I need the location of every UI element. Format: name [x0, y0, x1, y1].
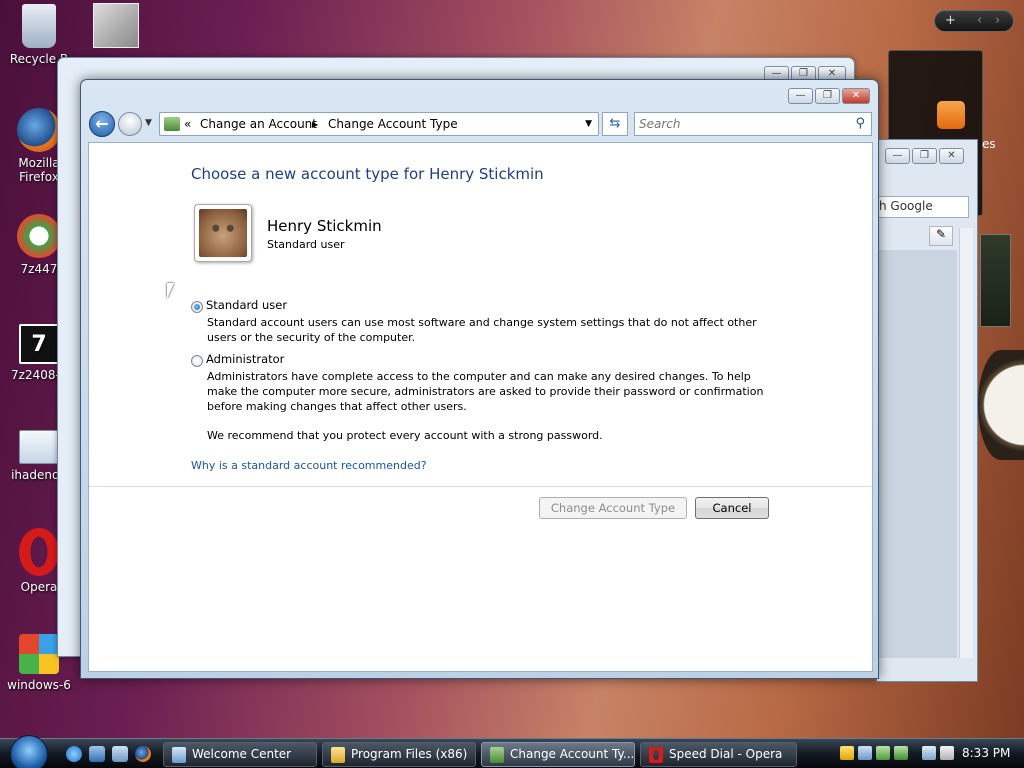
forward-button[interactable]	[118, 112, 142, 136]
control-panel-icon	[164, 117, 180, 131]
folder-icon	[331, 747, 345, 763]
option-description-standard-user: Standard account users can use most soft…	[207, 316, 757, 344]
navigation-bar: ← ▼ « Change an Account ▶ Change Account…	[89, 110, 872, 138]
breadcrumb-item-change-account-type[interactable]: Change Account Type	[328, 117, 458, 131]
maximize-button[interactable]: ❐	[815, 88, 840, 104]
update-icon[interactable]	[858, 746, 872, 760]
tray-app-icon[interactable]	[876, 746, 890, 760]
search-box: ⚲	[634, 112, 872, 136]
cat-picture-icon	[199, 209, 247, 257]
ie-icon[interactable]	[66, 746, 82, 762]
desktop-icon-label: Mozilla Firefox	[18, 156, 60, 184]
taskbar-item-label: Program Files (x86)	[351, 747, 468, 761]
cancel-button[interactable]: Cancel	[695, 497, 769, 519]
tray-app-icon[interactable]	[894, 746, 908, 760]
content-pane: Choose a new account type for Henry Stic…	[88, 142, 873, 672]
close-button[interactable]: ✕	[939, 148, 964, 164]
radio-standard-user[interactable]	[191, 301, 203, 313]
security-alert-icon[interactable]	[840, 746, 854, 760]
taskbar-item-opera[interactable]: Speed Dial - Opera	[640, 742, 797, 767]
sidebar-prev-button[interactable]: ‹	[977, 13, 982, 28]
7zip-icon: 7	[19, 324, 59, 364]
option-label-standard-user[interactable]: Standard user	[206, 298, 287, 312]
taskbar: Welcome Center Program Files (x86) Chang…	[0, 735, 1024, 768]
address-bar[interactable]: « Change an Account ▶ Change Account Typ…	[159, 112, 599, 136]
firefox-icon[interactable]	[135, 746, 151, 762]
opera-content	[877, 250, 957, 658]
divider	[89, 486, 872, 487]
password-recommendation: We recommend that you protect every acco…	[207, 429, 603, 442]
user-name: Henry Stickmin	[267, 217, 382, 235]
back-button[interactable]: ←	[89, 111, 115, 137]
option-label-administrator[interactable]: Administrator	[206, 352, 284, 366]
minimize-button[interactable]: —	[885, 148, 910, 164]
volume-muted-icon[interactable]	[940, 746, 954, 760]
recycle-bin-icon	[22, 4, 56, 48]
maximize-button[interactable]: ❐	[912, 148, 937, 164]
sidebar-slideshow-gadget[interactable]	[980, 234, 1011, 327]
taskbar-item-welcome-center[interactable]: Welcome Center	[163, 742, 317, 767]
opera-icon	[649, 747, 663, 763]
desktop-icon-label: Opera	[20, 580, 58, 594]
taskbar-item-label: Speed Dial - Opera	[669, 747, 783, 761]
mouse-cursor-icon	[167, 283, 174, 299]
window-controls: — ❐ ✕	[885, 148, 964, 164]
option-description-administrator: Administrators have complete access to t…	[207, 370, 764, 413]
document-icon	[19, 430, 59, 464]
minimize-button[interactable]: —	[788, 88, 813, 104]
sidebar-clock-gadget[interactable]	[978, 350, 1024, 460]
breadcrumb-item-change-an-account[interactable]: Change an Account	[200, 117, 317, 131]
sidebar-add-button[interactable]: +	[945, 13, 956, 28]
taskbar-item-label: Welcome Center	[192, 747, 292, 761]
sidebar-next-button[interactable]: ›	[995, 13, 1000, 28]
user-accounts-icon	[490, 747, 504, 763]
firefox-icon	[17, 108, 61, 152]
taskbar-item-program-files[interactable]: Program Files (x86)	[322, 742, 476, 767]
breadcrumb-prefix[interactable]: «	[184, 117, 191, 131]
user-account-type: Standard user	[267, 238, 345, 251]
switch-windows-icon[interactable]	[112, 746, 128, 762]
show-desktop-icon[interactable]	[89, 746, 105, 762]
wrench-icon[interactable]: ✎	[929, 226, 953, 246]
page-title: Choose a new account type for Henry Stic…	[191, 165, 544, 183]
opera-window[interactable]: — ❐ ✕ h Google ✎ es	[876, 137, 996, 682]
taskbar-item-change-account-type[interactable]: Change Account Ty...	[481, 742, 635, 767]
desktop-icon-image[interactable]	[93, 3, 139, 48]
start-button[interactable]	[10, 735, 48, 768]
rss-icon	[937, 101, 965, 129]
installer-icon	[17, 214, 61, 258]
taskbar-item-label: Change Account Ty...	[510, 747, 635, 761]
standard-account-help-link[interactable]: Why is a standard account recommended?	[191, 459, 427, 472]
desktop-icon-label: windows-6	[7, 678, 71, 692]
search-input[interactable]	[639, 116, 849, 132]
address-dropdown-icon[interactable]: ▼	[585, 119, 592, 129]
avatar	[194, 204, 252, 262]
breadcrumb-separator-icon[interactable]: ▶	[312, 120, 318, 129]
desktop-icon-label: 7z447	[20, 262, 58, 276]
opera-scrollbar[interactable]	[959, 228, 973, 658]
change-account-type-button[interactable]: Change Account Type	[539, 497, 687, 519]
search-icon[interactable]: ⚲	[855, 116, 865, 131]
sidebar-controls: + ‹ ›	[934, 10, 1014, 32]
recent-pages-dropdown-icon[interactable]: ▼	[145, 118, 152, 128]
opera-icon	[19, 528, 59, 576]
opera-search-input[interactable]: h Google	[877, 196, 969, 218]
windows-icon	[19, 634, 59, 674]
network-icon[interactable]	[922, 746, 936, 760]
change-account-type-window: — ❐ ✕ ← ▼ « Change an Account ▶ Change A…	[80, 79, 879, 679]
radio-administrator[interactable]	[191, 355, 203, 367]
opera-side-text: es	[982, 137, 996, 151]
window-controls: — ❐ ✕	[788, 88, 870, 104]
refresh-button[interactable]: ⇆	[602, 112, 628, 136]
clock[interactable]: 8:33 PM	[962, 746, 1010, 760]
welcome-center-icon	[172, 747, 186, 763]
close-button[interactable]: ✕	[842, 88, 870, 104]
